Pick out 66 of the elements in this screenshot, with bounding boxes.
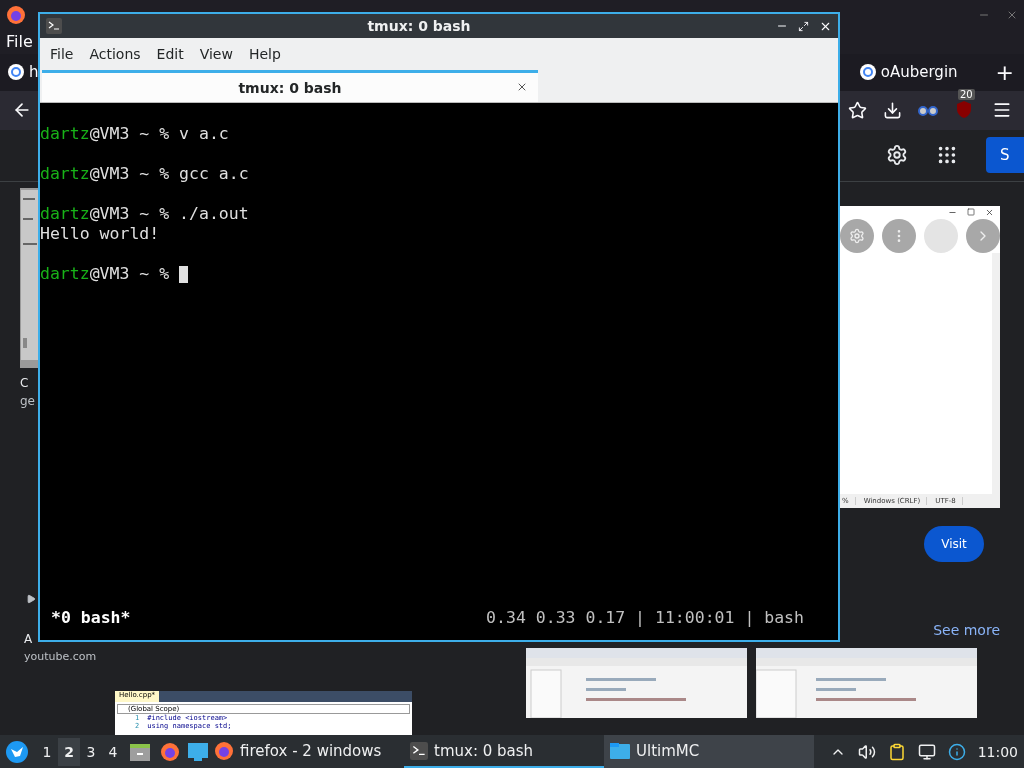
command-text: gcc a.c — [179, 164, 249, 184]
browser-tab[interactable]: oAubergin — [857, 56, 960, 89]
download-icon[interactable] — [883, 100, 902, 120]
prompt-host: @VM3 ~ % — [89, 264, 171, 284]
prompt-user: dartz — [40, 124, 90, 144]
visit-button[interactable]: Visit — [924, 526, 984, 562]
scrollbar[interactable] — [992, 253, 1000, 494]
prompt-host: @VM3 ~ % — [89, 204, 171, 224]
google-icon — [859, 64, 876, 81]
start-menu-icon[interactable] — [6, 740, 28, 763]
terminal-tab[interactable]: tmux: 0 bash — [42, 70, 538, 102]
menu-item[interactable]: Actions — [81, 46, 149, 62]
terminal-icon — [46, 18, 62, 34]
window-icon[interactable] — [188, 742, 208, 761]
menu-item[interactable]: Help — [240, 46, 289, 62]
prompt-host: @VM3 ~ % — [89, 164, 171, 184]
prompt-user: dartz — [40, 264, 90, 284]
folder-icon — [610, 742, 630, 759]
workspace-button[interactable]: 1 — [36, 737, 58, 766]
command-text: ./a.out — [179, 204, 249, 224]
firefox-icon[interactable] — [214, 740, 234, 761]
see-more-link[interactable]: See more — [933, 622, 1000, 638]
sign-in-button[interactable]: S — [986, 137, 1024, 174]
menu-item[interactable]: File — [42, 46, 82, 62]
lens-icon — [849, 228, 865, 244]
new-tab-button[interactable]: + — [995, 59, 1014, 85]
browser-tab[interactable]: h — [6, 56, 41, 89]
window-title: tmux: 0 bash — [367, 18, 471, 34]
command-text: v a.c — [179, 124, 229, 144]
prompt-user: dartz — [40, 164, 90, 184]
terminal-icon — [410, 741, 428, 760]
clipboard-icon[interactable] — [887, 742, 906, 761]
result-title[interactable]: C — [20, 376, 29, 390]
settings-icon[interactable] — [886, 144, 908, 167]
workspace-button[interactable]: 3 — [80, 737, 102, 766]
workspace-button[interactable]: 2 — [58, 737, 80, 766]
star-icon[interactable] — [848, 100, 867, 120]
output-text: Hello world! — [40, 224, 160, 244]
volume-icon[interactable] — [857, 742, 876, 761]
count-badge: 20 — [958, 89, 975, 101]
prompt-user: dartz — [40, 204, 90, 224]
prompt-host: @VM3 ~ % — [89, 124, 171, 144]
result-source: youtube.com — [24, 650, 98, 663]
result-title[interactable]: A — [24, 632, 33, 646]
tmux-system-status: 0.34 0.33 0.17 | 11:00:01 | bash — [486, 608, 804, 627]
close-icon — [985, 208, 994, 217]
maximize-icon[interactable] — [798, 20, 809, 32]
task-button[interactable]: firefox - 2 windows — [208, 735, 404, 768]
menu-item[interactable]: File — [6, 32, 33, 52]
workspace-button[interactable]: 4 — [102, 737, 124, 766]
glasses-icon[interactable] — [918, 103, 938, 118]
firefox-icon[interactable] — [160, 741, 180, 762]
file-manager-icon[interactable] — [130, 741, 150, 762]
clock[interactable]: 11:00 — [977, 743, 1018, 760]
notification-icon[interactable] — [947, 742, 966, 761]
close-tab-icon[interactable] — [516, 81, 528, 93]
result-snippet: ge — [20, 394, 35, 408]
google-icon — [8, 64, 24, 81]
tmux-window-status: *0 bash* — [51, 608, 131, 627]
play-icon[interactable] — [26, 594, 36, 604]
maximize-icon — [967, 208, 975, 216]
menu-item[interactable]: Edit — [148, 46, 192, 62]
menu-item[interactable]: View — [191, 46, 241, 62]
task-button[interactable]: UltimMC — [604, 735, 814, 768]
task-button[interactable]: tmux: 0 bash — [404, 735, 604, 768]
firefox-icon[interactable] — [6, 4, 26, 25]
